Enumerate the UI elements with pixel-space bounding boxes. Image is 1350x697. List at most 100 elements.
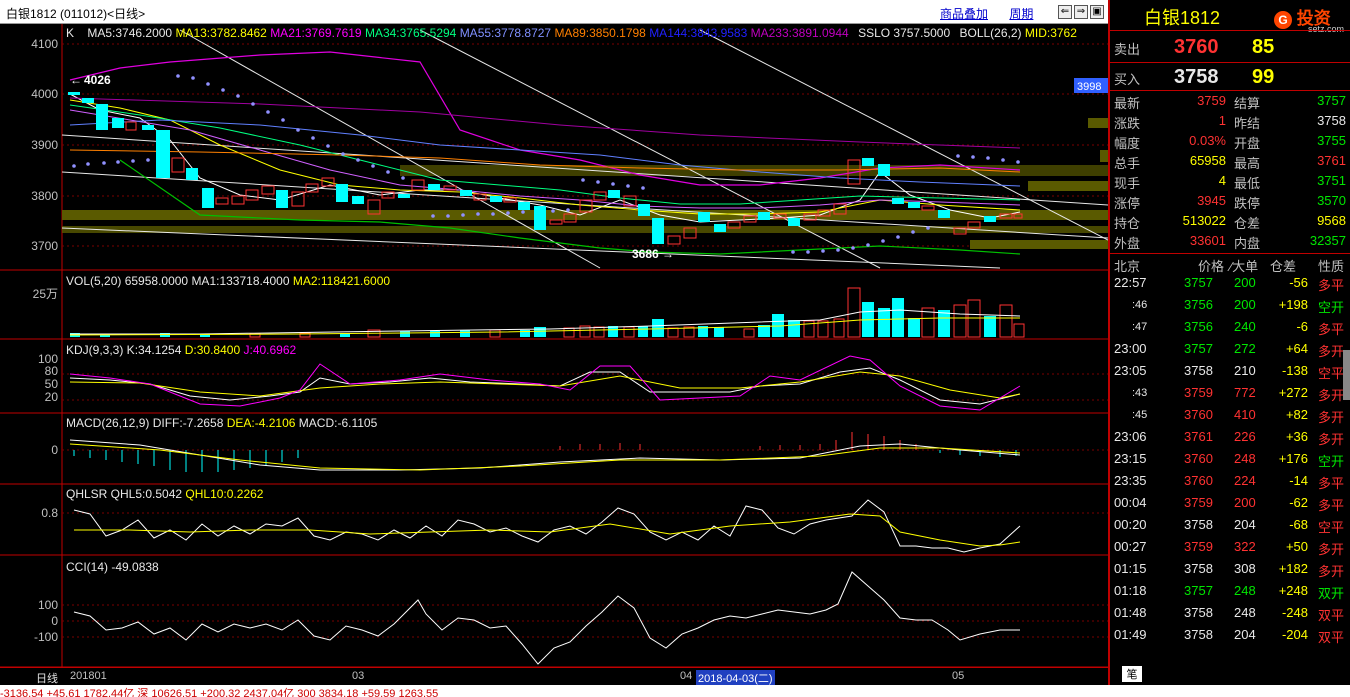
tick-volume: 308	[1234, 561, 1256, 576]
stat-label: 结算	[1234, 96, 1261, 111]
chart-title: 白银1812 (011012)<日线>	[6, 7, 146, 21]
tick-price: 3760	[1184, 407, 1213, 422]
tick-nature: 多开	[1318, 432, 1345, 447]
quote-stat-row: 现手 4 最低 3751	[1110, 173, 1350, 193]
status-bar: -3136.54 +45.61 1782.44亿 深 10626.51 +200…	[0, 685, 1350, 697]
qhlsr-axis-label: 0.8	[41, 506, 58, 520]
tick-volume: 248	[1234, 583, 1256, 598]
macd-histogram-neg	[73, 450, 1017, 472]
tick-diff: +50	[1285, 539, 1308, 554]
ma-legend: K MA5:3746.2000 MA13:3782.8462 MA21:3769…	[62, 26, 1077, 42]
stat-label: 最低	[1234, 176, 1261, 191]
stat-value: 513022	[1182, 213, 1226, 228]
x-axis: 日线 201801 03 04 2018-04-03(二) 05	[0, 667, 1108, 686]
period-link[interactable]: 周期	[1009, 7, 1033, 21]
tick-nature: 多平	[1318, 476, 1345, 491]
tick-volume: 200	[1234, 495, 1256, 510]
tick-row: 22:57 3757 200 -56 多平	[1110, 275, 1350, 297]
tick-time: :46	[1132, 299, 1148, 311]
tick-price: 3757	[1184, 275, 1213, 290]
tick-volume: 248	[1234, 605, 1256, 620]
tick-row: 01:49 3758 204 -204 双平	[1110, 627, 1350, 649]
tick-diff: +248	[1278, 583, 1308, 598]
tick-volume: 322	[1234, 539, 1256, 554]
stat-label: 涨停	[1114, 196, 1141, 211]
stat-value: 3761	[1317, 153, 1346, 168]
divider	[1110, 253, 1350, 254]
stat-value: 33601	[1189, 233, 1226, 248]
price-axis-label: 3700	[31, 239, 58, 253]
qhlsr-ql10: QHL10:0.2262	[185, 487, 264, 501]
macd-axis-label: 0	[51, 443, 58, 457]
tick-row: 01:15 3758 308 +182 多开	[1110, 561, 1350, 583]
tick-tab[interactable]: 笔	[1122, 666, 1142, 682]
tick-header-nature: 性质	[1318, 259, 1345, 274]
ma5-value: MA5:3746.2000	[87, 26, 173, 40]
period-tab[interactable]: 日线	[36, 670, 58, 686]
stat-label: 幅度	[1114, 136, 1141, 151]
tick-time: 01:18	[1114, 583, 1147, 598]
cursor-date: 2018-04-03(二)	[696, 670, 775, 686]
scrollbar-thumb[interactable]	[1343, 350, 1350, 400]
tick-nature: 双开	[1318, 586, 1345, 601]
tick-row: 00:04 3759 200 -62 多平	[1110, 495, 1350, 517]
tick-price: 3757	[1184, 583, 1213, 598]
stat-value: 3759	[1197, 93, 1226, 108]
tick-nature: 多开	[1318, 564, 1345, 579]
tick-diff: -56	[1289, 275, 1308, 290]
stat-value: 0.03%	[1189, 133, 1226, 148]
stat-label: 现手	[1114, 176, 1141, 191]
tick-time: 23:15	[1114, 451, 1147, 466]
tick-row: :47 3756 240 -6 多平	[1110, 319, 1350, 341]
tick-diff: -248	[1281, 605, 1308, 620]
kdj-legend: KDJ(9,3,3) K:34.1254 D:30.8400 J:40.6962	[66, 343, 296, 357]
tick-row: 23:06 3761 226 +36 多开	[1110, 429, 1350, 451]
tick-price: 3760	[1184, 451, 1213, 466]
tick-time: 01:49	[1114, 627, 1147, 642]
tick-volume: 210	[1234, 363, 1256, 378]
scroll-right-icon[interactable]: ⇒	[1074, 5, 1088, 19]
chart-title-bar: 白银1812 (011012)<日线> 商品叠加 周期 ⇐ ⇒ ▣	[0, 0, 1108, 24]
tick-time: 00:27	[1114, 539, 1147, 554]
macd-dea-line	[69, 443, 1021, 471]
stat-label: 最高	[1234, 156, 1261, 171]
tick-diff: +36	[1285, 429, 1308, 444]
high-marker-arrow: ←	[70, 73, 82, 87]
tick-diff: +176	[1278, 451, 1308, 466]
quote-stat-row: 持仓 513022 仓差 9568	[1110, 213, 1350, 233]
tick-volume: 200	[1234, 275, 1256, 290]
tick-time: 01:48	[1114, 605, 1147, 620]
tick-header-price: 价格	[1198, 259, 1225, 274]
scroll-left-icon[interactable]: ⇐	[1058, 5, 1072, 19]
tick-diff: -6	[1296, 319, 1308, 334]
tick-price: 3758	[1184, 517, 1213, 532]
logo-icon: G	[1274, 10, 1292, 29]
tick-row: 01:48 3758 248 -248 双平	[1110, 605, 1350, 627]
vol-ma2: MA2:118421.6000	[292, 274, 391, 288]
tick-price: 3759	[1184, 539, 1213, 554]
stat-value: 1	[1218, 113, 1226, 128]
stat-label: 外盘	[1114, 236, 1141, 251]
tick-price: 3757	[1184, 341, 1213, 356]
kdj-j: J:40.6962	[243, 343, 297, 357]
tick-volume: 204	[1234, 627, 1256, 642]
quote-stat-row: 最新 3759 结算 3757	[1110, 93, 1350, 113]
overlay-link[interactable]: 商品叠加	[940, 7, 988, 21]
tick-nature: 空平	[1318, 366, 1345, 381]
zoom-icon[interactable]: ▣	[1090, 5, 1104, 19]
stat-label: 跌停	[1234, 196, 1261, 211]
price-axis-label: 3900	[31, 138, 58, 152]
sell-volume: 85	[1252, 36, 1275, 58]
logo-sub: setz.com	[1308, 24, 1345, 34]
tick-time: :45	[1132, 409, 1148, 421]
tick-price: 3756	[1184, 297, 1213, 312]
contract-title: 白银1812	[1144, 8, 1221, 28]
x-axis-label: 201801	[70, 670, 107, 682]
stat-label: 涨跌	[1114, 116, 1141, 131]
trading-app: 白银1812 (011012)<日线> 商品叠加 周期 ⇐ ⇒ ▣ ← 4026…	[0, 0, 1350, 697]
ma13-value: MA13:3782.8462	[175, 26, 267, 40]
macd-label: MACD(26,12,9) DIFF:-7.2658	[66, 416, 224, 430]
sell-row: 卖出 3760 85	[1110, 36, 1350, 60]
stat-value: 3755	[1317, 133, 1346, 148]
tick-row: :45 3760 410 +82 多开	[1110, 407, 1350, 429]
